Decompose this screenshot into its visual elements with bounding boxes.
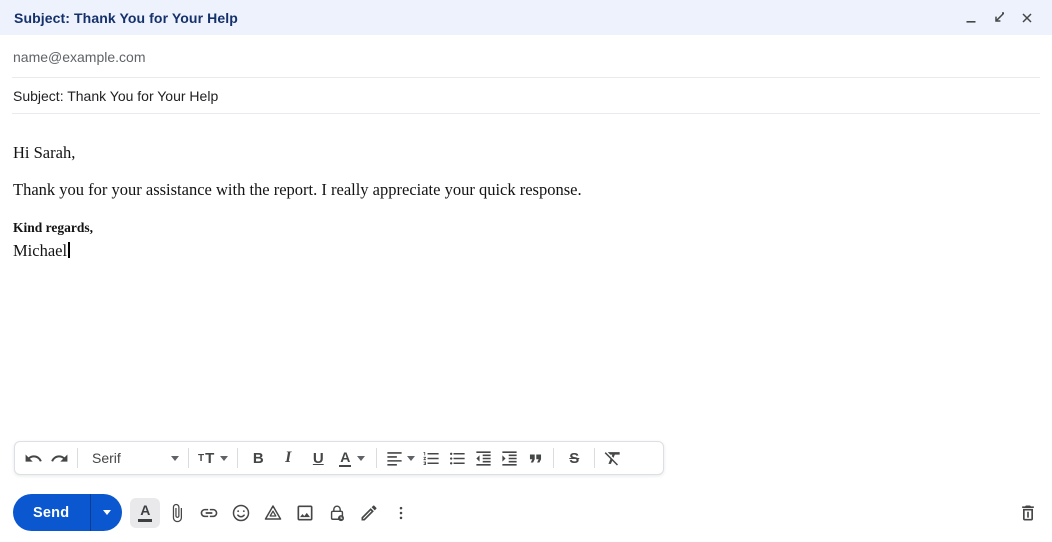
underline-button[interactable]: U xyxy=(303,444,333,472)
indent-increase-icon xyxy=(500,449,519,468)
insert-emoji-button[interactable] xyxy=(225,497,257,529)
text-size-button[interactable]: TT xyxy=(194,444,232,472)
send-split-button: Send xyxy=(13,494,123,531)
compose-action-bar: Send A xyxy=(0,490,1052,535)
indent-decrease-button[interactable] xyxy=(470,444,496,472)
minimize-icon xyxy=(963,10,979,26)
insert-signature-button[interactable] xyxy=(353,497,385,529)
size-dropdown-arrow-icon xyxy=(220,455,229,461)
subject-value: Subject: Thank You for Your Help xyxy=(13,87,219,104)
indent-increase-button[interactable] xyxy=(496,444,522,472)
send-options-button[interactable] xyxy=(91,494,122,531)
text-color-a: A xyxy=(339,448,352,467)
compose-tools: A xyxy=(129,497,417,529)
quote-icon xyxy=(526,449,545,468)
subject-field[interactable]: Subject: Thank You for Your Help xyxy=(0,78,1052,113)
confidential-lock-icon xyxy=(327,503,347,523)
close-button[interactable] xyxy=(1016,7,1038,29)
exit-fullscreen-icon xyxy=(991,10,1007,26)
italic-button[interactable]: I xyxy=(273,444,303,472)
toolbar-divider xyxy=(77,448,78,468)
body-paragraph: Thank you for your assistance with the r… xyxy=(13,180,582,199)
text-color-dropdown-arrow-icon xyxy=(357,455,366,461)
toolbar-divider xyxy=(594,448,596,468)
attach-icon xyxy=(167,503,187,523)
font-dropdown-arrow-icon xyxy=(171,455,179,461)
send-button[interactable]: Send xyxy=(13,494,90,531)
toolbar-divider xyxy=(376,448,378,468)
toolbar-divider xyxy=(553,448,555,468)
remove-formatting-icon xyxy=(603,448,623,468)
indent-decrease-icon xyxy=(474,449,493,468)
size-small-t: T xyxy=(198,452,205,464)
attach-files-button[interactable] xyxy=(161,497,193,529)
font-family-select[interactable]: Serif xyxy=(83,444,183,472)
message-body-editor[interactable]: Hi Sarah, Thank you for your assistance … xyxy=(0,114,1052,434)
minimize-button[interactable] xyxy=(960,7,982,29)
link-icon xyxy=(199,503,219,523)
body-signoff: Kind regards, xyxy=(13,220,94,235)
undo-button[interactable] xyxy=(20,444,46,472)
bold-button[interactable]: B xyxy=(243,444,273,472)
font-family-value: Serif xyxy=(92,450,121,466)
insert-link-button[interactable] xyxy=(193,497,225,529)
recipients-field[interactable]: name@example.com xyxy=(0,36,1052,77)
close-icon xyxy=(1019,10,1035,26)
toolbar-divider xyxy=(237,448,239,468)
confidential-mode-button[interactable] xyxy=(321,497,353,529)
window-controls xyxy=(960,7,1038,29)
exit-fullscreen-button[interactable] xyxy=(988,7,1010,29)
insert-from-drive-button[interactable] xyxy=(257,497,289,529)
trash-icon xyxy=(1018,503,1038,523)
formatting-options-button[interactable]: A xyxy=(130,497,161,528)
redo-icon xyxy=(50,449,69,468)
align-icon xyxy=(385,449,404,468)
body-greeting: Hi Sarah, xyxy=(13,143,76,162)
align-button[interactable] xyxy=(382,444,418,472)
formatting-toolbar: Serif TT B I U A S xyxy=(14,441,664,475)
insert-photo-button[interactable] xyxy=(289,497,321,529)
undo-icon xyxy=(24,449,43,468)
toolbar-divider xyxy=(188,448,189,468)
remove-formatting-button[interactable] xyxy=(600,444,626,472)
emoji-icon xyxy=(231,503,251,523)
recipients-value: name@example.com xyxy=(13,48,146,65)
numbered-list-icon xyxy=(422,449,441,468)
send-label: Send xyxy=(33,504,70,521)
drive-icon xyxy=(263,503,283,523)
bulleted-list-icon xyxy=(448,449,467,468)
compose-window: Subject: Thank You for Your Help name@ex… xyxy=(0,0,1052,542)
more-options-button[interactable] xyxy=(385,497,417,529)
signature-pen-icon xyxy=(359,503,379,523)
align-dropdown-arrow-icon xyxy=(407,455,416,461)
strikethrough-button[interactable]: S xyxy=(559,444,589,472)
bulleted-list-button[interactable] xyxy=(444,444,470,472)
numbered-list-button[interactable] xyxy=(418,444,444,472)
quote-button[interactable] xyxy=(522,444,548,472)
compose-header: Subject: Thank You for Your Help xyxy=(0,0,1052,35)
image-icon xyxy=(295,503,315,523)
redo-button[interactable] xyxy=(46,444,72,472)
text-color-button[interactable]: A xyxy=(333,444,371,472)
discard-draft-button[interactable] xyxy=(1012,497,1044,529)
more-options-icon xyxy=(392,504,410,522)
size-big-t: T xyxy=(205,449,215,467)
text-cursor xyxy=(68,242,70,258)
body-signature: Michael xyxy=(13,241,1039,260)
send-dropdown-arrow-icon xyxy=(102,510,111,515)
formatting-a-icon: A xyxy=(138,503,153,522)
compose-title: Subject: Thank You for Your Help xyxy=(14,9,238,26)
